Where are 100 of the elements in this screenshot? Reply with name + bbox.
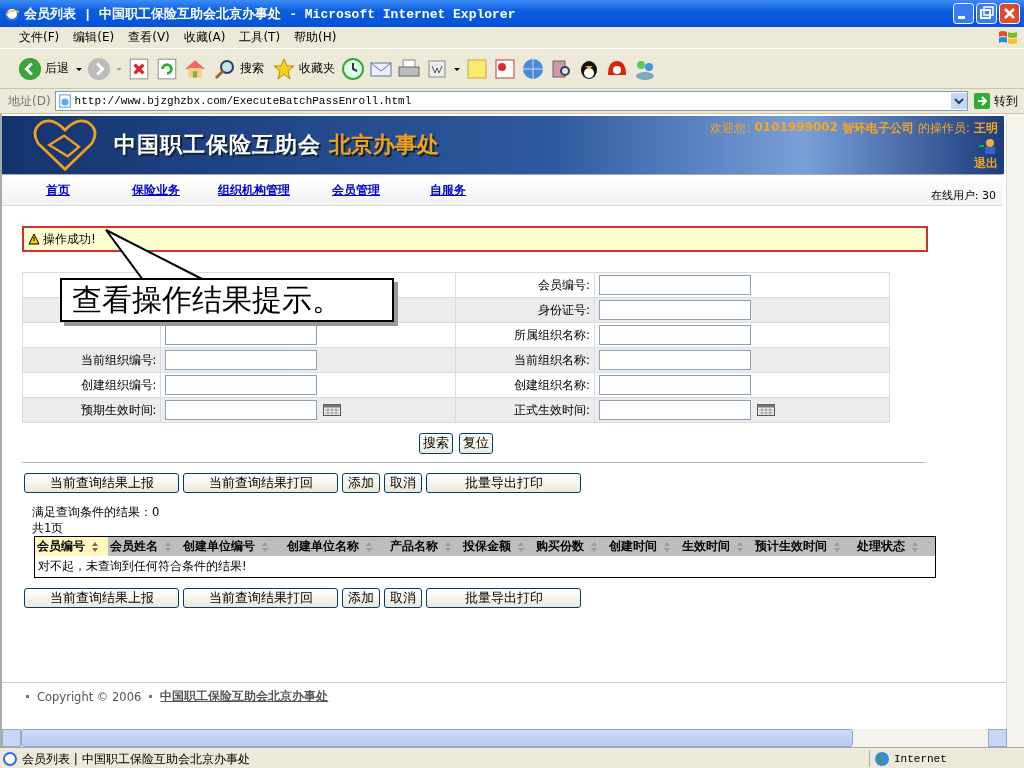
field-label: 预期生效时间: (80, 402, 157, 417)
field-label: 创建组织编号: (80, 377, 157, 392)
column-header[interactable]: 创建单位编号 (180, 536, 285, 556)
sort-icon (735, 540, 744, 553)
alert-message: 操作成功! (43, 230, 96, 248)
nav-link[interactable]: 自服务 (430, 181, 466, 199)
history-icon[interactable] (341, 56, 365, 81)
action-button[interactable]: 批量导出打印 (426, 473, 581, 493)
input-field[interactable] (165, 375, 318, 395)
menu-item[interactable]: 查看(V) (121, 28, 177, 47)
user-logout-icon[interactable] (976, 138, 998, 154)
column-header[interactable]: 购买份数 (534, 536, 607, 556)
calendar-icon[interactable] (756, 404, 775, 416)
windows-flag-icon (998, 28, 1018, 47)
go-button[interactable]: 转到 (972, 92, 1020, 110)
column-header[interactable]: 预计生效时间 (752, 536, 856, 556)
sort-icon (832, 540, 841, 553)
calendar-icon[interactable] (323, 404, 342, 416)
sort-icon (91, 540, 99, 553)
input-field[interactable] (598, 275, 751, 295)
page-icon (2, 751, 18, 767)
field-label: 身份证号: (538, 302, 590, 317)
operator-label: 的操作员: (917, 120, 970, 137)
input-field[interactable] (598, 350, 751, 370)
newspaper-icon[interactable] (493, 56, 517, 81)
nav-link[interactable]: 会员管理 (332, 181, 380, 199)
field-label: 创建组织名称: (514, 377, 590, 392)
refresh-icon[interactable] (155, 56, 179, 81)
action-button[interactable]: 批量导出打印 (426, 588, 581, 608)
maximize-button[interactable] (976, 3, 997, 24)
logout-link[interactable]: 退出 (974, 155, 998, 172)
input-field[interactable] (165, 400, 318, 420)
address-field[interactable]: http://www.bjzghzbx.com/ExecuteBatchPassEnroll.html (54, 91, 968, 111)
action-button[interactable]: 添加 (342, 473, 380, 493)
field-label: 正式生效时间: (514, 402, 590, 417)
column-header[interactable]: 会员姓名 (107, 536, 181, 556)
vertical-scrollbar[interactable] (1006, 114, 1024, 729)
form-button[interactable]: 搜索 (419, 433, 453, 454)
company-name: 智环电子公司 (841, 120, 914, 137)
action-button[interactable]: 取消 (384, 473, 422, 493)
input-field[interactable] (598, 300, 751, 320)
menu-item[interactable]: 收藏(A) (176, 28, 233, 47)
input-field[interactable] (598, 375, 751, 395)
sort-icon (444, 540, 453, 553)
dropdown-icon[interactable] (951, 93, 967, 109)
form-button[interactable]: 复位 (459, 433, 493, 454)
action-button[interactable]: 添加 (342, 588, 380, 608)
sort-icon (517, 540, 526, 553)
menu-item[interactable]: 帮助(H) (287, 28, 344, 47)
menu-item[interactable]: 编辑(E) (66, 28, 122, 47)
handshake-logo-icon (32, 117, 98, 173)
globe-icon (874, 751, 890, 767)
favorites-button[interactable]: 收藏夹 (270, 54, 337, 83)
horizontal-scrollbar[interactable] (0, 729, 1024, 747)
browser-icon (4, 5, 20, 22)
warning-icon (28, 233, 40, 245)
action-button[interactable]: 当前查询结果打回 (183, 588, 338, 608)
sort-icon (663, 540, 671, 553)
close-button[interactable] (999, 3, 1020, 24)
url-text: http://www.bjzghzbx.com/ExecuteBatchPassEnroll.html (74, 95, 413, 107)
search-button[interactable]: 搜索 (211, 54, 266, 83)
menu-item[interactable]: 工具(T) (232, 28, 288, 47)
column-header[interactable]: 投保金额 (461, 536, 535, 556)
column-header[interactable]: 会员编号 (34, 536, 108, 556)
column-header[interactable]: 产品名称 (388, 536, 462, 556)
sort-icon (163, 540, 172, 553)
action-button[interactable]: 当前查询结果打回 (183, 473, 338, 493)
nav-link[interactable]: 首页 (46, 181, 70, 199)
nav-link[interactable]: 保险业务 (132, 181, 180, 199)
star-icon (272, 56, 296, 81)
member-code: 0101999002 (754, 120, 838, 136)
copyright-text: Copyright © 2006 (37, 689, 142, 704)
column-header[interactable]: 创建时间 (607, 536, 680, 556)
input-field[interactable] (598, 400, 751, 420)
status-text: 会员列表 | 中国职工保险互助会北京办事处 (22, 750, 250, 768)
column-header[interactable]: 生效时间 (679, 536, 753, 556)
action-button[interactable]: 当前查询结果上报 (24, 473, 179, 493)
action-button[interactable]: 取消 (384, 588, 422, 608)
page-icon (57, 94, 72, 108)
input-field[interactable] (165, 350, 318, 370)
sort-icon (260, 540, 269, 553)
welcome-label: 欢迎您: (710, 120, 751, 137)
input-field[interactable] (598, 325, 751, 345)
field-label: 当前组织编号: (80, 352, 157, 367)
go-arrow-icon (974, 93, 990, 109)
online-users: 在线用户: 30 (930, 188, 996, 203)
column-header[interactable]: 创建单位名称 (284, 536, 389, 556)
input-field[interactable] (165, 325, 318, 345)
sort-icon (364, 540, 373, 553)
column-header[interactable]: 处理状态 (855, 536, 936, 556)
result-count: 满足查询条件的结果：0 (32, 504, 161, 520)
minimize-button[interactable] (953, 3, 974, 24)
menu-item[interactable]: 文件(F) (12, 28, 67, 47)
back-button[interactable]: 后退 (16, 54, 71, 83)
sort-icon (590, 540, 599, 553)
stop-icon[interactable] (127, 56, 151, 81)
footer-link[interactable]: 中国职工保险互助会北京办事处 (160, 689, 329, 704)
action-button[interactable]: 当前查询结果上报 (24, 588, 179, 608)
nav-link[interactable]: 组织机构管理 (218, 181, 290, 199)
empty-message: 对不起，未查询到任何符合条件的结果! (34, 556, 936, 578)
